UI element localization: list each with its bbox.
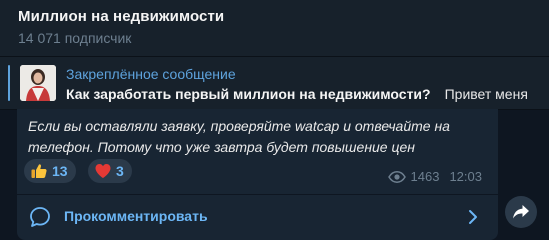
channel-title: Миллион на недвижимости [18,8,225,25]
pinned-thumbnail [20,65,56,101]
thumbs-up-icon [31,164,47,178]
share-button[interactable] [505,196,537,228]
message-time: 12:03 [449,169,482,184]
reaction-count: 3 [116,163,124,179]
message-meta: 1463 12:03 [387,169,482,184]
channel-header[interactable]: Миллион на недвижимости 14 071 подписчик [0,0,549,57]
message-text: Если вы оставляли заявку, проверяйте wat… [28,118,450,155]
reaction-heart[interactable]: 3 [88,159,132,183]
pinned-preview: Как заработать первый миллион на недвижи… [66,86,549,102]
comment-button[interactable]: Прокомментировать [17,195,498,240]
reaction-count: 13 [52,163,68,179]
message-bubble: Если вы оставляли заявку, проверяйте wat… [17,109,498,240]
eye-icon [387,170,406,183]
pinned-title: Закреплённое сообщение [66,66,236,82]
pinned-preview-rest: Привет меня [444,86,528,102]
subscriber-count: 14 071 подписчик [18,30,132,46]
chevron-right-icon [469,210,477,224]
reaction-thumbs-up[interactable]: 13 [24,159,76,183]
comment-icon [30,207,50,227]
comment-label: Прокомментировать [64,208,208,224]
view-count: 1463 [410,169,440,184]
share-arrow-icon [513,205,529,219]
pinned-preview-bold: Как заработать первый миллион на недвижи… [66,86,431,102]
pinned-indicator-line [8,65,10,101]
heart-icon [95,164,111,178]
pinned-message-bar[interactable]: Закреплённое сообщение Как заработать пе… [0,57,549,110]
